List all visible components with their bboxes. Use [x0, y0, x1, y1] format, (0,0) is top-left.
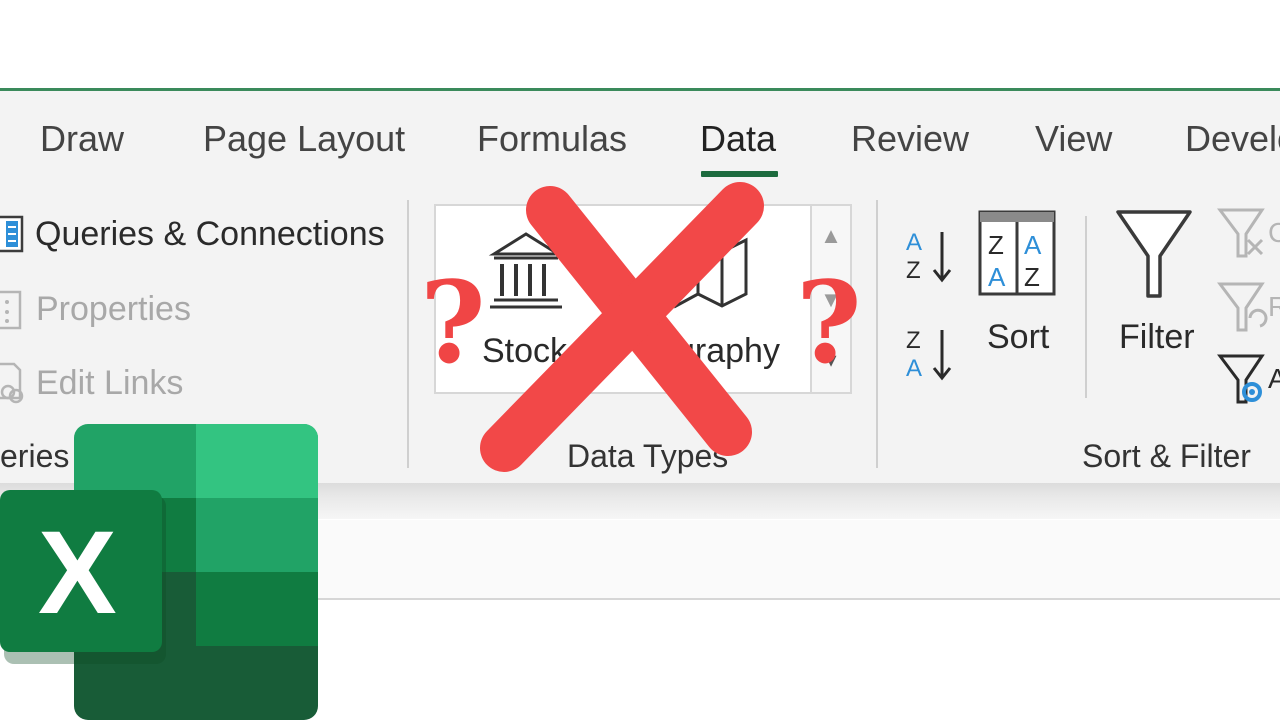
svg-text:A: A — [1268, 363, 1280, 394]
svg-text:A: A — [906, 229, 922, 256]
group-separator — [1085, 216, 1087, 398]
svg-text:Z: Z — [906, 257, 921, 284]
chevron-up-icon[interactable]: ▲ — [812, 206, 850, 266]
svg-text:Z: Z — [906, 327, 921, 354]
tab-data[interactable]: Data — [700, 118, 776, 160]
edit-links-button[interactable]: Edit Links — [36, 364, 183, 403]
group-separator — [876, 200, 878, 468]
tab-view[interactable]: View — [1035, 118, 1112, 160]
tab-developer[interactable]: Develo — [1185, 118, 1280, 160]
queries-connections-button[interactable]: Queries & Connections — [35, 215, 385, 254]
tab-formulas[interactable]: Formulas — [477, 118, 627, 160]
red-cross-icon — [460, 170, 780, 490]
advanced-filter-icon[interactable]: A — [1216, 350, 1280, 410]
sort-a-to-z-icon[interactable]: A Z — [904, 226, 956, 286]
filter-button[interactable]: Filter — [1119, 318, 1195, 357]
sort-dialog-icon[interactable]: Z A A Z — [978, 210, 1056, 298]
edit-links-icon — [0, 358, 26, 408]
svg-text:A: A — [988, 262, 1006, 292]
queries-connections-icon — [0, 215, 26, 255]
sort-z-to-a-icon[interactable]: Z A — [904, 324, 956, 384]
filter-funnel-icon[interactable] — [1114, 208, 1194, 300]
tab-page-layout[interactable]: Page Layout — [203, 118, 405, 160]
excel-logo-letter: X — [38, 507, 117, 639]
clear-filter-icon[interactable]: C — [1216, 204, 1280, 264]
svg-text:Z: Z — [988, 230, 1004, 260]
question-mark-left: ? — [420, 258, 486, 389]
reapply-filter-icon[interactable]: R — [1216, 278, 1280, 338]
question-mark-right: ? — [796, 258, 862, 389]
sort-button[interactable]: Sort — [987, 318, 1049, 357]
svg-text:R: R — [1268, 291, 1280, 322]
tab-review[interactable]: Review — [851, 118, 969, 160]
properties-icon — [0, 288, 24, 332]
properties-button[interactable]: Properties — [36, 290, 191, 329]
svg-text:C: C — [1268, 217, 1280, 248]
svg-text:A: A — [906, 355, 922, 382]
svg-text:Z: Z — [1024, 262, 1040, 292]
group-separator — [407, 200, 409, 468]
excel-logo: X — [0, 424, 320, 720]
tab-draw[interactable]: Draw — [40, 118, 124, 160]
sort-filter-group-label: Sort & Filter — [1082, 438, 1251, 474]
svg-text:A: A — [1024, 230, 1042, 260]
formula-bar[interactable] — [300, 520, 1280, 600]
